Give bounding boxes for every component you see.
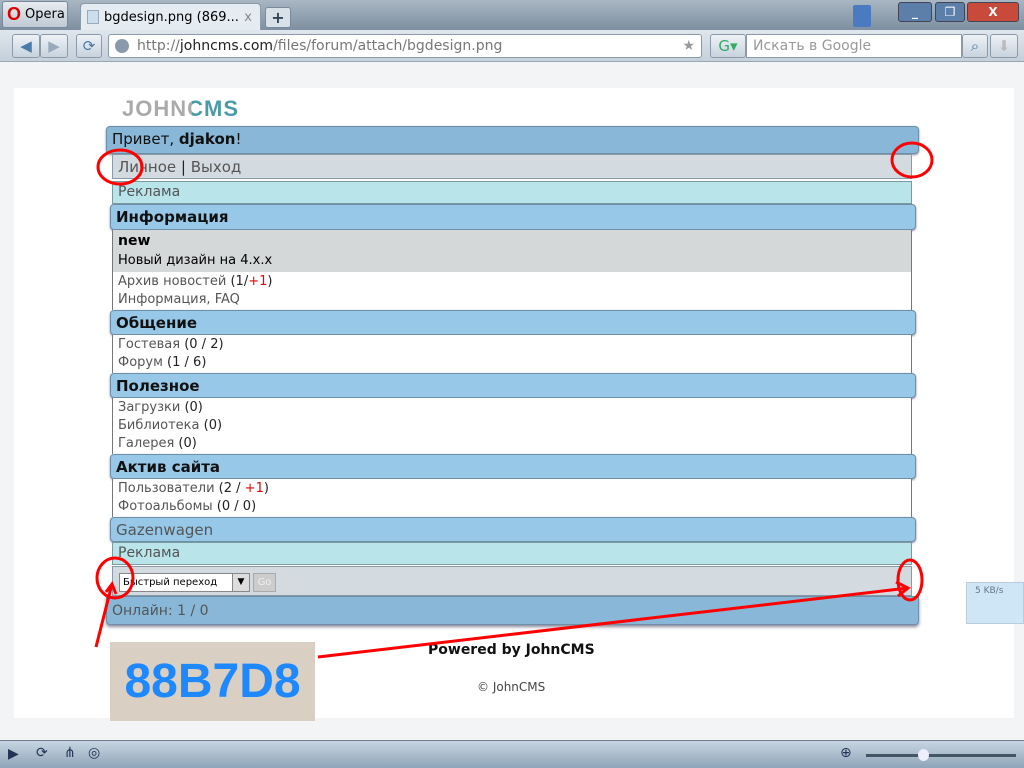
download-speed-widget[interactable]: 5 KB/s xyxy=(966,582,1024,624)
unite-icon[interactable]: ⋔ xyxy=(64,745,76,761)
zoom-slider[interactable] xyxy=(866,749,1016,761)
annotation-arrow xyxy=(94,580,118,648)
annotation-circle xyxy=(96,148,144,186)
turbo-icon[interactable]: ◎ xyxy=(88,745,100,761)
sync-icon[interactable]: ⟳ xyxy=(36,745,48,761)
zoom-slider-handle[interactable] xyxy=(918,749,929,761)
speed-label: 5 KB/s xyxy=(975,586,1004,596)
red-annotations xyxy=(94,141,934,659)
annotation-arrow xyxy=(317,580,911,659)
zoom-icon[interactable]: ⊕ xyxy=(840,745,852,761)
annotation-circle xyxy=(890,141,934,179)
panel-toggle-icon[interactable]: ▶ xyxy=(8,746,19,762)
status-bar: ▶ ⟳ ⋔ ◎ ⊕ xyxy=(0,740,1024,768)
